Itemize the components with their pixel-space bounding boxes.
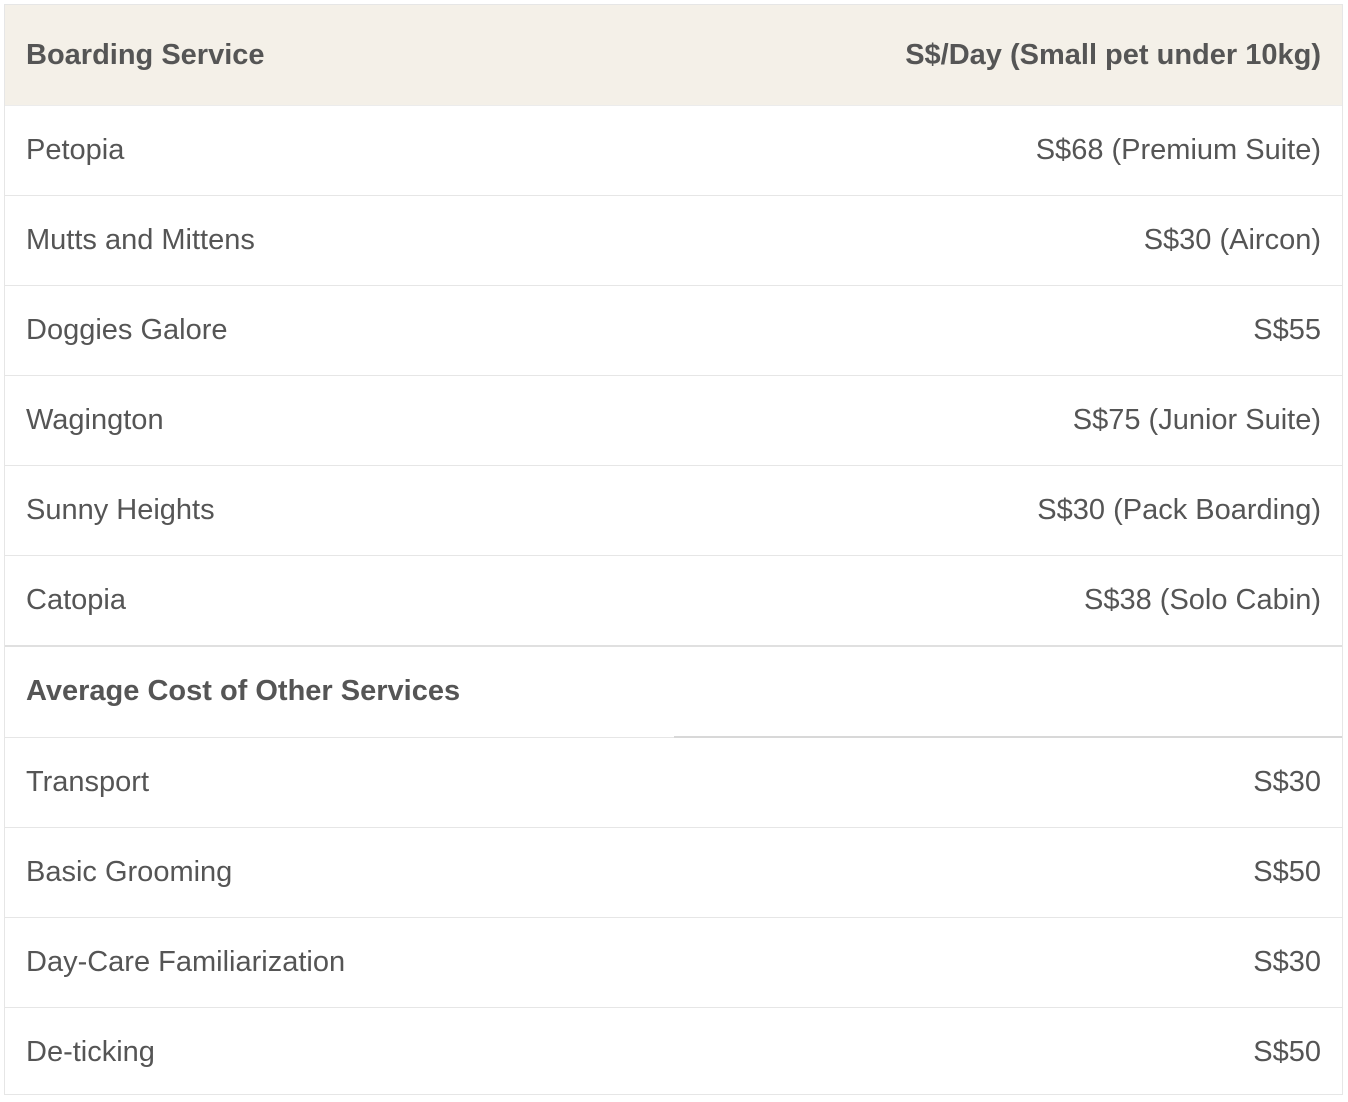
row-service-name: Sunny Heights [5,465,674,556]
section-heading-other-services: Average Cost of Other Services [5,645,674,737]
table-row: Wagington S$75 (Junior Suite) [5,375,1342,466]
table-row: De-ticking S$50 [5,1007,1342,1094]
row-service-price: S$30 (Pack Boarding) [673,465,1342,556]
row-service-price: S$30 (Aircon) [673,195,1342,286]
table-body: Petopia S$68 (Premium Suite) Mutts and M… [5,106,1342,1094]
row-service-price: S$30 [673,917,1342,1008]
row-service-name: Catopia [5,555,674,646]
row-service-price: S$68 (Premium Suite) [1035,134,1321,166]
table-row: Basic Grooming S$50 [5,827,1342,918]
table-row: Catopia S$38 (Solo Cabin) [5,555,1342,646]
row-service-price: S$50 [673,1007,1342,1094]
table-header: Boarding Service S$/Day (Small pet under… [5,5,1342,106]
table-row: Transport S$30 [5,736,1342,828]
pricing-table-container: Boarding Service S$/Day (Small pet under… [4,4,1343,1095]
row-service-name: Basic Grooming [5,827,674,918]
header-row: Boarding Service S$/Day (Small pet under… [5,5,1342,106]
row-service-name: Mutts and Mittens [5,195,674,286]
section-heading-row: Average Cost of Other Services [5,645,1342,737]
row-service-name: De-ticking [5,1007,674,1094]
table-row: Day-Care Familiarization S$30 [5,917,1342,1008]
row-service-price: S$30 [673,736,1342,828]
row-service-price: S$38 (Solo Cabin) [673,555,1342,646]
header-boarding-service: Boarding Service [5,5,674,106]
pricing-table: Boarding Service S$/Day (Small pet under… [5,5,1342,1094]
row-service-name: Day-Care Familiarization [5,917,674,1008]
table-row: Petopia S$68 (Premium Suite) [5,106,1342,196]
table-row: Mutts and Mittens S$30 (Aircon) [5,195,1342,286]
row-service-name: Petopia [26,134,125,166]
row-service-name: Wagington [5,375,674,466]
header-price-per-day: S$/Day (Small pet under 10kg) [673,5,1342,106]
row-service-name: Doggies Galore [5,285,674,376]
row-service-price: S$55 [673,285,1342,376]
row-service-price: S$75 (Junior Suite) [673,375,1342,466]
section-heading-empty-cell [673,645,1342,737]
row-service-price: S$50 [673,827,1342,918]
table-row: Doggies Galore S$55 [5,285,1342,376]
table-row: Sunny Heights S$30 (Pack Boarding) [5,465,1342,556]
row-service-name: Transport [5,736,674,828]
